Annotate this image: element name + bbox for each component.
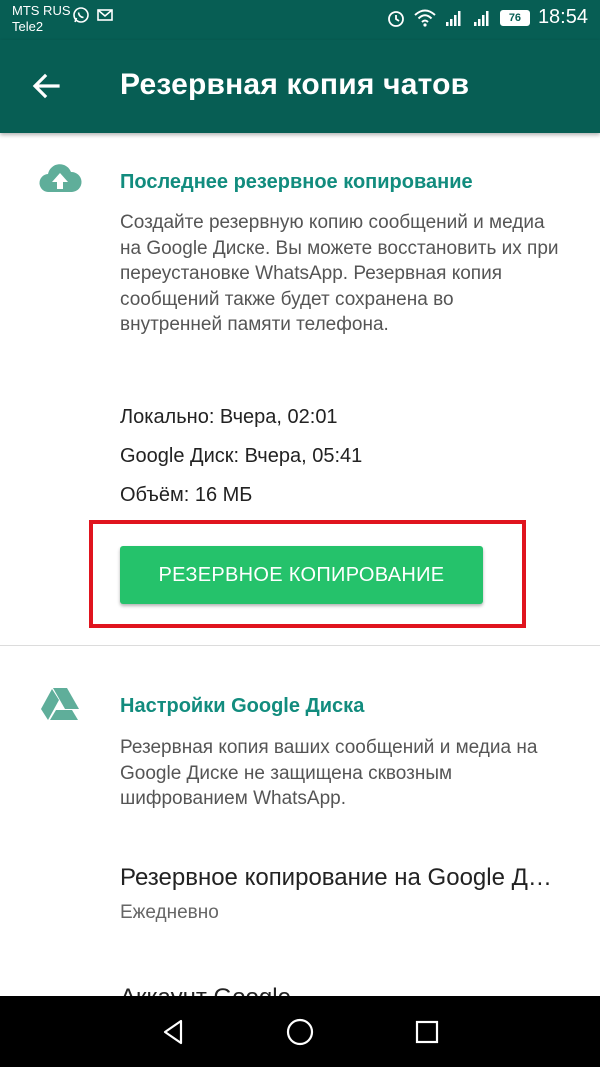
setting-subtitle: Ежедневно <box>120 902 219 923</box>
signal-icon-2 <box>472 8 492 28</box>
arrow-left-icon <box>32 73 60 99</box>
page-title: Резервная копия чатов <box>120 68 470 101</box>
google-drive-backup-time: Google Диск: Вчера, 05:41 <box>120 445 363 467</box>
backup-button[interactable]: РЕЗЕРВНОЕ КОПИРОВАНИЕ <box>120 546 483 604</box>
backup-size: Объём: 16 МБ <box>120 484 253 506</box>
google-drive-icon <box>40 686 80 727</box>
carrier-2: Tele2 <box>12 19 44 34</box>
divider <box>0 645 600 646</box>
app-bar: Резервная копия чатов <box>0 40 600 133</box>
nav-back-button[interactable] <box>153 1012 193 1052</box>
whatsapp-icon <box>72 6 90 29</box>
last-backup-description: Создайте резервную копию сообщений и мед… <box>120 212 559 335</box>
alarm-icon <box>386 8 406 28</box>
battery-icon: 76 <box>499 9 530 26</box>
triangle-back-icon <box>164 1019 183 1044</box>
nav-home-button[interactable] <box>280 1012 320 1052</box>
carrier-info: MTS RUS Tele2 <box>12 3 71 35</box>
wifi-icon <box>414 8 436 28</box>
local-backup-time: Локально: Вчера, 02:01 <box>120 406 338 428</box>
back-button[interactable] <box>28 68 64 104</box>
notification-icons <box>72 6 114 29</box>
square-recents-icon <box>415 1020 438 1043</box>
backup-frequency-setting[interactable]: Резервное копирование на Google Диск Еже… <box>0 850 600 940</box>
circle-home-icon <box>286 1018 314 1045</box>
drive-settings-description: Резервная копия ваших сообщений и медиа … <box>120 737 538 809</box>
mail-icon <box>96 6 114 29</box>
nav-recents-button[interactable] <box>407 1012 447 1052</box>
navigation-bar <box>0 996 600 1067</box>
last-backup-title: Последнее резервное копирование <box>120 171 473 193</box>
status-right: 76 18:54 <box>386 6 588 29</box>
drive-settings-title: Настройки Google Диска <box>120 695 365 717</box>
signal-icon-1 <box>444 8 464 28</box>
carrier-1: MTS RUS <box>12 3 71 18</box>
status-bar: MTS RUS Tele2 76 18:54 <box>0 0 600 40</box>
setting-title: Резервное копирование на Google Диск <box>120 864 560 891</box>
clock: 18:54 <box>537 6 588 28</box>
cloud-upload-icon <box>38 162 82 199</box>
